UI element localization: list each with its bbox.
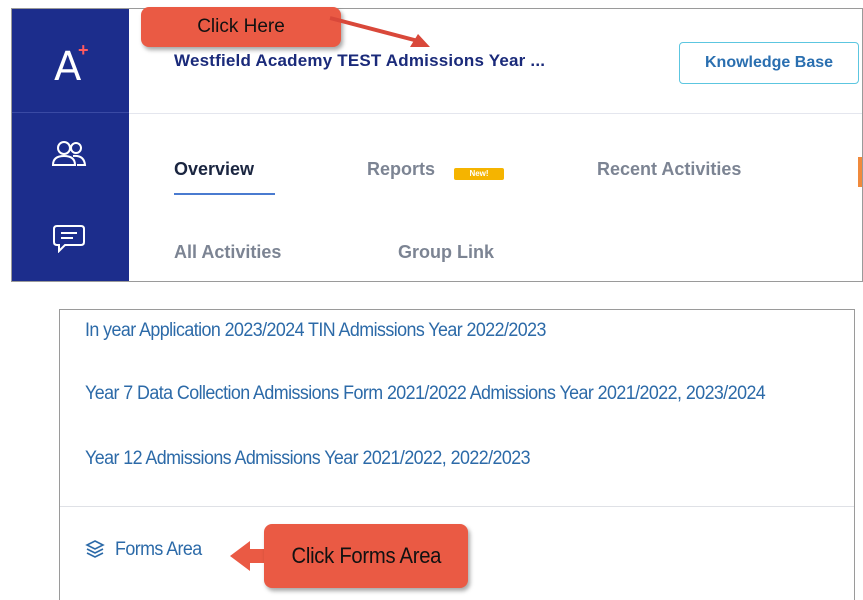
active-tab-underline (174, 193, 275, 195)
tutorial-stage: A + Westfield Academy TEST Admissions Ye… (0, 0, 863, 600)
tab-overview[interactable]: Overview (174, 159, 275, 195)
click-forms-area-text: Click Forms Area (291, 543, 441, 568)
click-forms-area-callout: Click Forms Area (264, 524, 468, 588)
tab-group-link[interactable]: Group Link (398, 242, 494, 263)
forms-area-link[interactable]: Forms Area (85, 539, 207, 561)
form-link[interactable]: Year 12 Admissions Admissions Year 2021/… (85, 448, 531, 470)
form-link[interactable]: In year Application 2023/2024 TIN Admiss… (85, 320, 546, 342)
chat-icon[interactable] (51, 223, 87, 253)
tab-all-activities[interactable]: All Activities (174, 242, 281, 263)
header-divider (129, 113, 862, 114)
cut-off-tab-edge (858, 157, 862, 187)
sidebar: A + (12, 9, 129, 281)
logo-plus-icon: + (78, 40, 89, 60)
layers-icon (85, 540, 105, 558)
list-divider (60, 506, 854, 507)
page-title[interactable]: Westfield Academy TEST Admissions Year .… (174, 51, 545, 71)
forms-area-label: Forms Area (115, 539, 202, 560)
users-icon[interactable] (51, 139, 87, 169)
new-badge: New! (454, 168, 504, 180)
click-here-callout: Click Here (141, 7, 341, 47)
tab-reports-label: Reports (367, 159, 436, 179)
tab-overview-label: Overview (174, 159, 255, 179)
app-logo[interactable]: A + (12, 9, 129, 113)
form-link[interactable]: Year 7 Data Collection Admissions Form 2… (85, 383, 766, 405)
knowledge-base-button[interactable]: Knowledge Base (679, 42, 859, 84)
tab-recent-activities[interactable]: Recent Activities (597, 159, 741, 180)
tab-reports[interactable]: Reports New! (367, 159, 504, 180)
click-here-text: Click Here (197, 16, 285, 37)
callout-arrow-icon (329, 16, 430, 47)
